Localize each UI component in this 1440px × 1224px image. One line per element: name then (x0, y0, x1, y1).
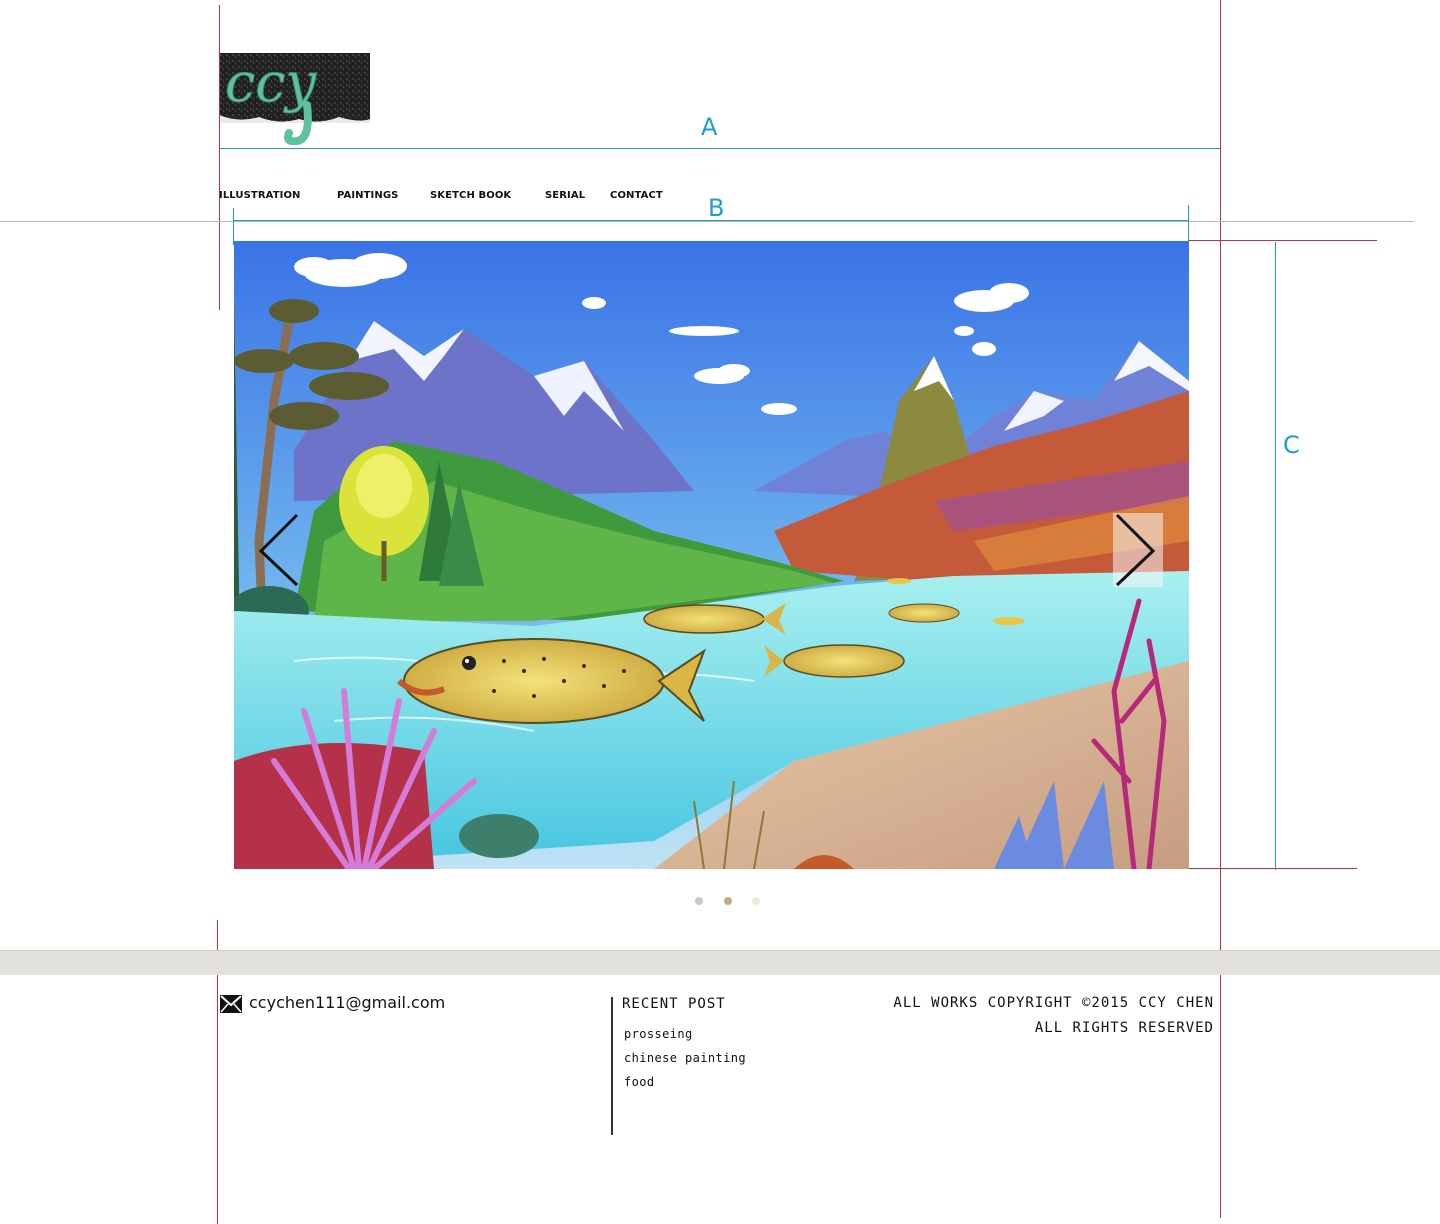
guide-line-c (1275, 242, 1276, 870)
slider-prev-button[interactable] (253, 513, 303, 587)
recent-post-heading: RECENT POST (622, 996, 726, 1012)
slide-illustration (234, 241, 1189, 869)
guide-line (1188, 240, 1377, 241)
email-link[interactable]: ccychen111@gmail.com (249, 993, 445, 1012)
guide-label-a: A (701, 113, 718, 141)
footer-band (0, 950, 1440, 975)
nav-item-illustration[interactable]: ILLUSTRATION (219, 190, 301, 201)
logo-image: ccy (219, 51, 370, 146)
guide-line (219, 5, 220, 310)
recent-divider (611, 997, 613, 1135)
slider-next-button[interactable] (1113, 513, 1163, 587)
recent-post-link[interactable]: prosseing (624, 1027, 693, 1041)
chevron-left-icon (258, 513, 299, 587)
guide-label-c: C (1283, 431, 1300, 459)
guide-line (1220, 0, 1221, 1218)
slider-dot-2[interactable] (724, 897, 732, 905)
nav-item-sketch-book[interactable]: SKETCH BOOK (430, 190, 511, 201)
guide-line (233, 208, 234, 245)
chevron-right-icon (1115, 513, 1156, 587)
slider-dot-1[interactable] (695, 897, 703, 905)
nav-item-serial[interactable]: SERIAL (545, 190, 585, 201)
guide-line (1188, 868, 1357, 869)
image-slider[interactable] (234, 241, 1189, 869)
copyright-line-1: ALL WORKS COPYRIGHT ©2015 CCY CHEN (893, 995, 1214, 1011)
guide-line (0, 221, 1414, 222)
nav-item-contact[interactable]: CONTACT (610, 190, 663, 201)
site-logo[interactable]: ccy (219, 51, 370, 146)
recent-post-link[interactable]: chinese painting (624, 1051, 746, 1065)
copyright-line-2: ALL RIGHTS RESERVED (1034, 1020, 1214, 1036)
slider-dot-3[interactable] (752, 897, 760, 905)
recent-post-link[interactable]: food (624, 1075, 655, 1089)
nav-item-paintings[interactable]: PAINTINGS (337, 190, 398, 201)
guide-label-b: B (708, 194, 725, 222)
guide-line-a (219, 148, 1220, 149)
mail-icon (220, 995, 242, 1013)
